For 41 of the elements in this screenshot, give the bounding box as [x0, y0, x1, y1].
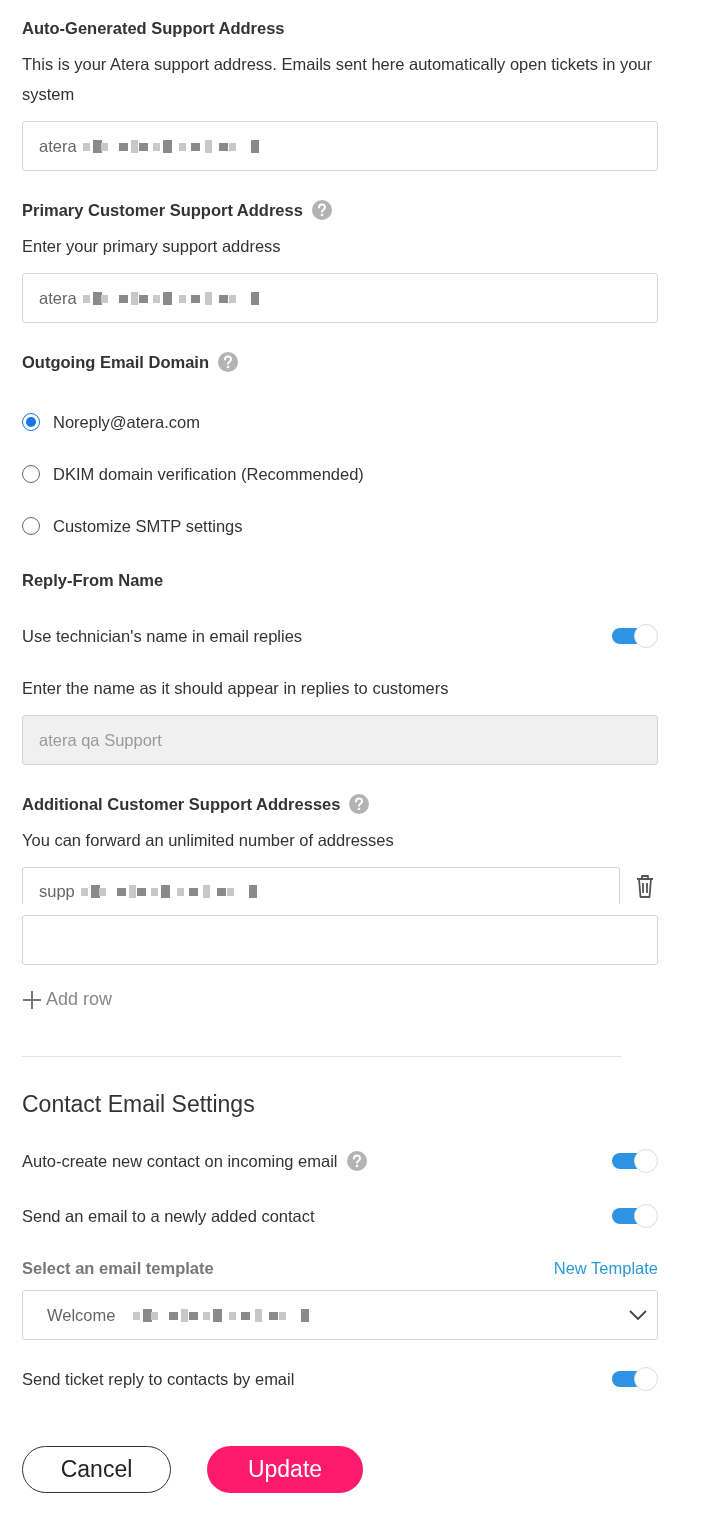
template-dropdown[interactable]: Welcome [22, 1290, 658, 1340]
toggle-switch[interactable] [612, 1367, 658, 1391]
toggle-label: Auto-create new contact on incoming email [22, 1151, 338, 1172]
radio-label: DKIM domain verification (Recommended) [53, 464, 364, 485]
section-title: Contact Email Settings [22, 1090, 256, 1119]
radio-label: Noreply@atera.com [53, 412, 200, 433]
radio-button[interactable] [22, 413, 40, 431]
trash-icon[interactable] [634, 872, 656, 899]
help-icon[interactable] [346, 1151, 367, 1171]
input-field[interactable]: atera [22, 121, 658, 171]
description-text: Enter your primary support address [22, 236, 282, 257]
help-icon[interactable] [311, 200, 332, 220]
toggle-label: Use technician's name in email replies [22, 626, 303, 647]
input-field[interactable]: supp [22, 867, 620, 904]
toggle-switch[interactable] [612, 1204, 658, 1228]
input-field[interactable]: atera [22, 273, 658, 323]
description-text: Enter the name as it should appear in replies to customers [22, 678, 450, 699]
new-template-link[interactable]: New Template [553, 1253, 658, 1283]
description-text: You can forward an unlimited number of addresses [22, 830, 395, 851]
section-heading: Primary Customer Support Address [22, 200, 303, 221]
section-heading: Additional Customer Support Addresses [22, 794, 341, 815]
plus-icon [22, 989, 42, 1010]
radio-button[interactable] [22, 517, 40, 535]
section-heading: Reply-From Name [22, 570, 164, 591]
add-row-button[interactable]: Add row [22, 989, 113, 1010]
section-heading: Outgoing Email Domain [22, 352, 209, 373]
description-text: This is your Atera support address. Emails sent here automatically open tickets in your system [22, 54, 654, 105]
select-label: Select an email template [22, 1258, 214, 1279]
toggle-label: Send ticket reply to contacts by email [22, 1369, 295, 1390]
toggle-switch[interactable] [612, 624, 658, 648]
radio-label: Customize SMTP settings [53, 516, 243, 537]
input-field[interactable] [22, 915, 658, 965]
radio-button[interactable] [22, 465, 40, 483]
cancel-button[interactable]: Cancel [22, 1446, 171, 1493]
help-icon[interactable] [218, 352, 238, 372]
chevron-down-icon [629, 1310, 647, 1320]
update-button[interactable]: Update [207, 1446, 363, 1493]
section-heading: Auto-Generated Support Address [22, 18, 285, 39]
help-icon[interactable] [349, 794, 370, 814]
toggle-label: Send an email to a newly added contact [22, 1206, 315, 1227]
toggle-switch[interactable] [612, 1149, 658, 1173]
